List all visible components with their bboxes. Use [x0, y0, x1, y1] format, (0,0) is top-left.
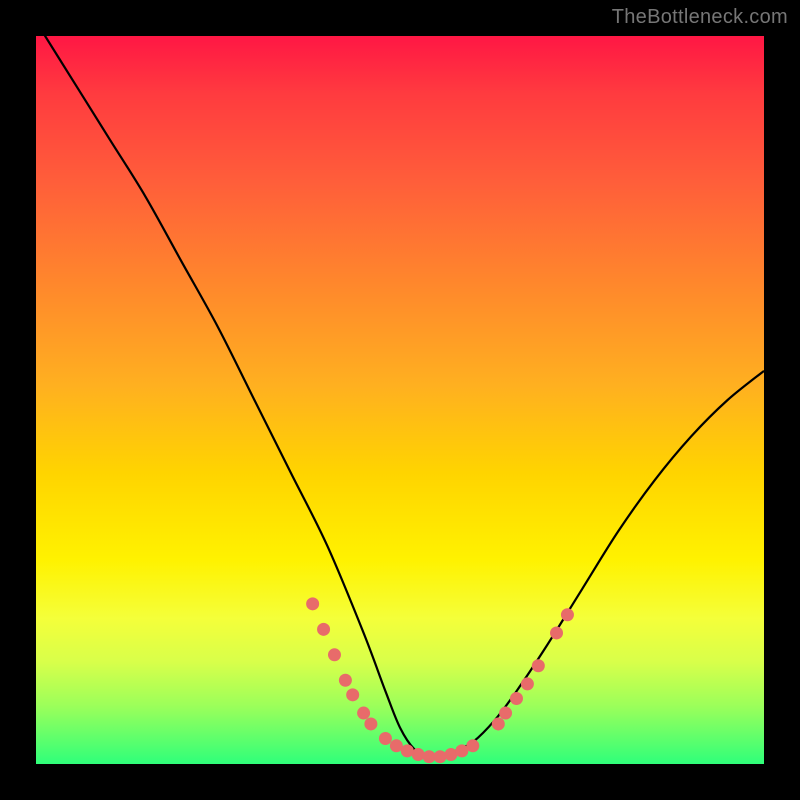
- curve-svg: [36, 36, 764, 764]
- curve-marker: [364, 717, 377, 730]
- curve-marker: [346, 688, 359, 701]
- curve-marker: [492, 717, 505, 730]
- curve-marker: [561, 608, 574, 621]
- curve-marker: [339, 674, 352, 687]
- curve-marker: [532, 659, 545, 672]
- curve-marker: [379, 732, 392, 745]
- curve-marker: [412, 748, 425, 761]
- curve-marker: [317, 623, 330, 636]
- curve-marker: [510, 692, 523, 705]
- curve-marker: [521, 677, 534, 690]
- watermark-text: TheBottleneck.com: [612, 6, 788, 29]
- curve-markers: [306, 597, 574, 763]
- chart-frame: TheBottleneck.com: [0, 0, 800, 800]
- curve-marker: [306, 597, 319, 610]
- curve-marker: [499, 707, 512, 720]
- bottleneck-curve: [36, 21, 764, 757]
- curve-marker: [550, 626, 563, 639]
- curve-marker: [357, 707, 370, 720]
- curve-marker: [328, 648, 341, 661]
- plot-area: [36, 36, 764, 764]
- curve-marker: [466, 739, 479, 752]
- curve-marker: [434, 750, 447, 763]
